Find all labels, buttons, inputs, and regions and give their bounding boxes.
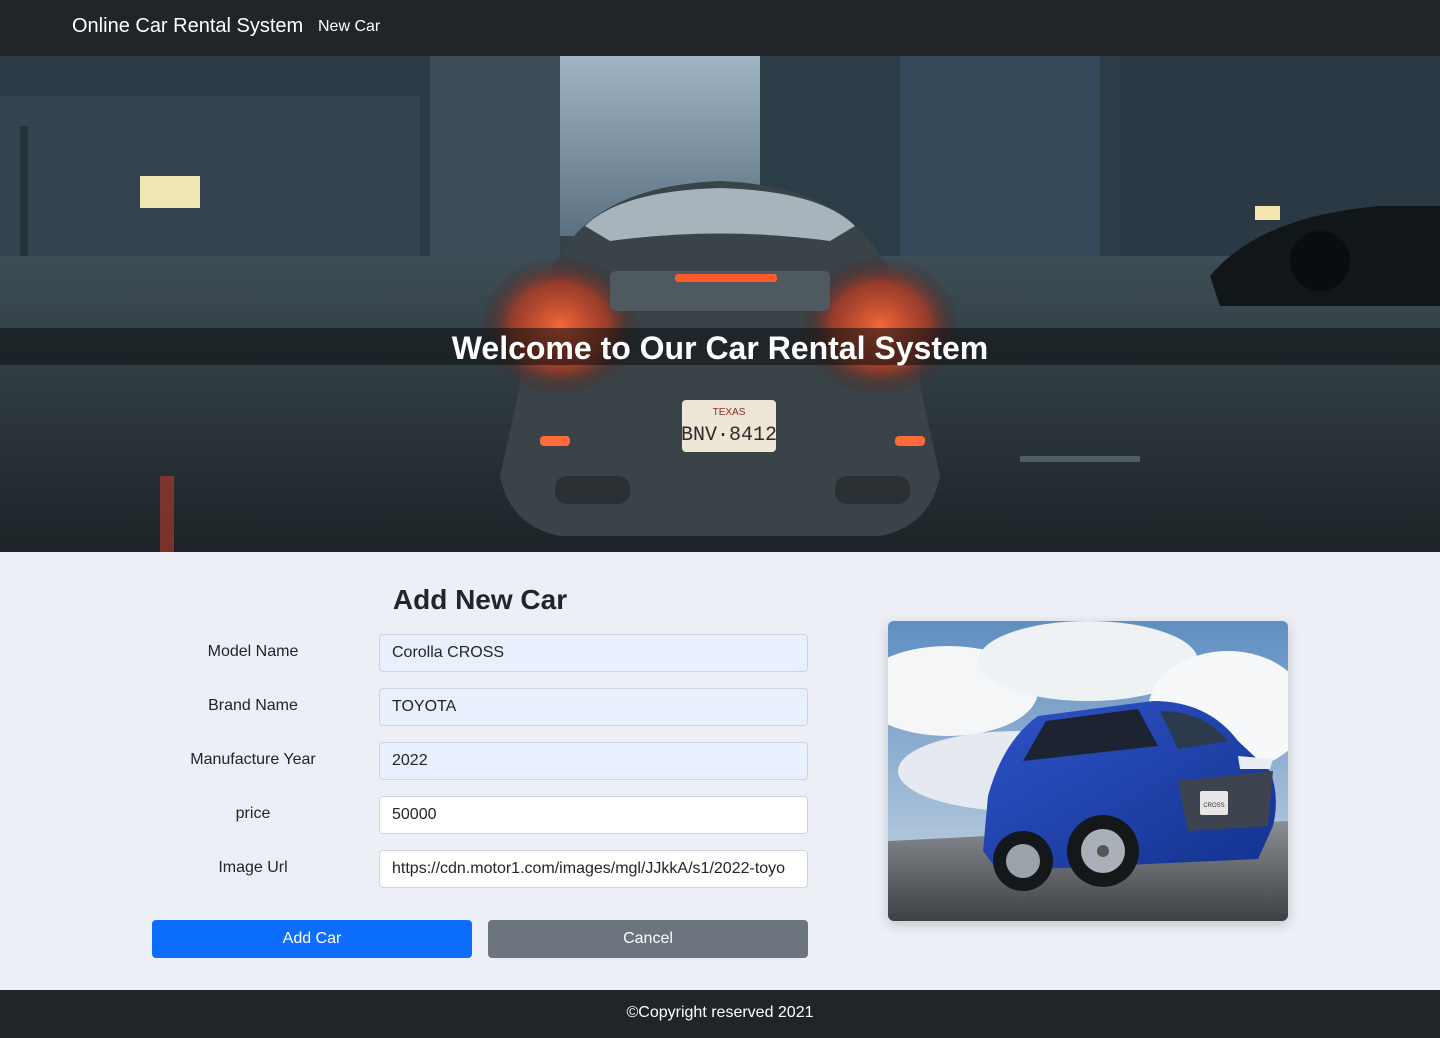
car-preview-image: CROSS bbox=[888, 621, 1288, 921]
brand-name-input[interactable]: TOYOTA bbox=[379, 688, 808, 726]
manufacture-year-label: Manufacture Year bbox=[190, 751, 316, 768]
brand-name-label: Brand Name bbox=[208, 697, 298, 714]
car-preview-graphic: CROSS bbox=[888, 621, 1288, 921]
navbar-brand[interactable]: Online Car Rental System bbox=[72, 15, 303, 38]
copyright-text: ©Copyright reserved 2021 bbox=[626, 1004, 814, 1021]
add-car-button[interactable]: Add Car bbox=[152, 920, 472, 958]
preview-plate-text: CROSS bbox=[1203, 803, 1224, 809]
top-navbar: Online Car Rental System New Car bbox=[0, 0, 1440, 56]
price-input[interactable]: 50000 bbox=[379, 796, 808, 834]
hero-title: Welcome to Our Car Rental System bbox=[451, 330, 989, 366]
hero-background-image: TEXAS BNV·8412 bbox=[0, 56, 1440, 552]
nav-link-new-car[interactable]: New Car bbox=[318, 18, 380, 36]
image-url-label: Image Url bbox=[218, 859, 288, 876]
image-url-input[interactable]: https://cdn.motor1.com/images/mgl/JJkkA/… bbox=[379, 850, 808, 888]
footer: ©Copyright reserved 2021 bbox=[0, 990, 1440, 1038]
hero-banner: TEXAS BNV·8412 Welcome to Our Car Rental… bbox=[0, 56, 1440, 552]
manufacture-year-input[interactable]: 2022 bbox=[379, 742, 808, 780]
plate-state: TEXAS bbox=[713, 407, 746, 418]
model-name-label: Model Name bbox=[207, 643, 299, 660]
price-label: price bbox=[235, 805, 271, 822]
model-name-input[interactable]: Corolla CROSS bbox=[379, 634, 808, 672]
cancel-button[interactable]: Cancel bbox=[488, 920, 808, 958]
form-title: Add New Car bbox=[392, 584, 568, 615]
plate-number: BNV·8412 bbox=[681, 424, 777, 447]
